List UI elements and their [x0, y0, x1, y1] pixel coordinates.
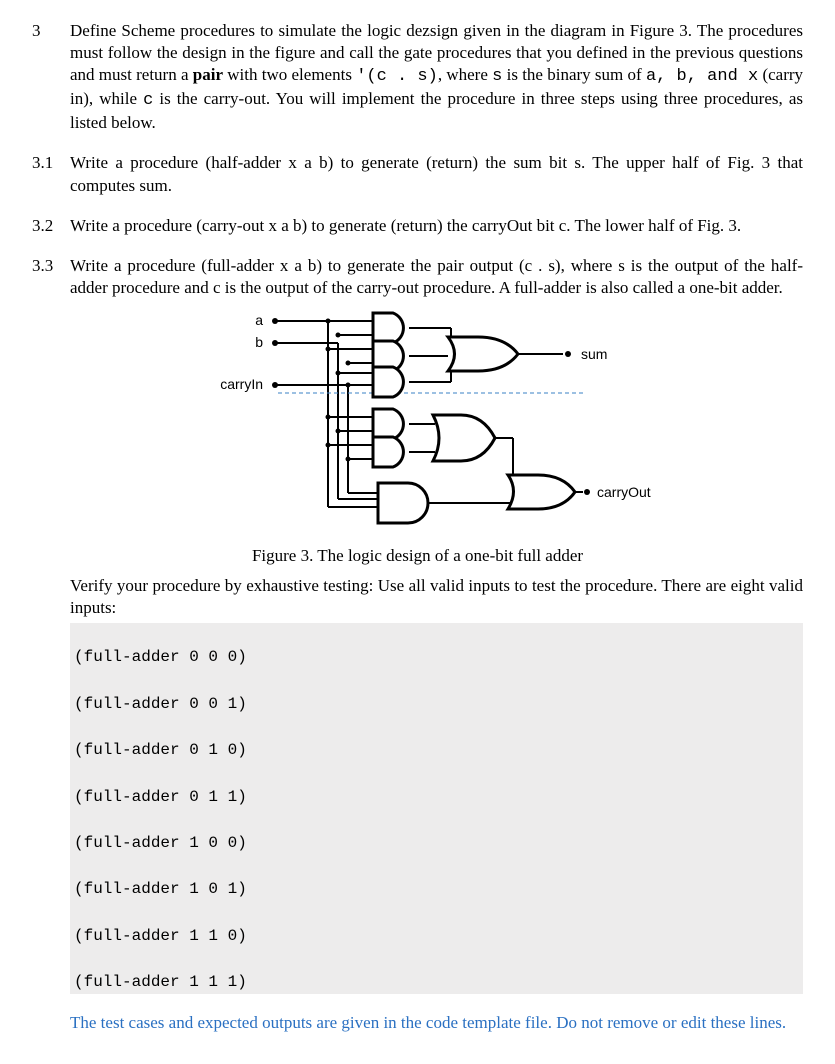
question-3: 3 Define Scheme procedures to simulate t… [32, 20, 803, 134]
full-adder-diagram: .wir { stroke:#000; stroke-width:2; fill… [183, 307, 653, 537]
question-3-1-body: Write a procedure (half-adder x a b) to … [70, 152, 803, 196]
question-3-number: 3 [32, 20, 70, 134]
q3-code-c: c [143, 91, 153, 110]
code-line: (full-adder 1 0 0) [70, 832, 803, 855]
code-block: (full-adder 0 0 0) (full-adder 0 0 1) (f… [70, 623, 803, 994]
question-3-1-number: 3.1 [32, 152, 70, 196]
q3-code-s: s [492, 67, 502, 86]
diagram-label-sum: sum [581, 346, 607, 362]
code-line: (full-adder 1 0 1) [70, 878, 803, 901]
question-3-2: 3.2 Write a procedure (carry-out x a b) … [32, 215, 803, 237]
code-line: (full-adder 0 1 0) [70, 739, 803, 762]
q3-code-1: '(c . s) [356, 67, 438, 86]
diagram-label-carryin: carryIn [220, 376, 263, 392]
question-3-3-body: Write a procedure (full-adder x a b) to … [70, 255, 803, 299]
code-line: (full-adder 0 0 0) [70, 646, 803, 669]
diagram-label-b: b [255, 334, 263, 350]
diagram-label-carryout: carryOut [597, 484, 651, 500]
q3-text-2: with two elements [223, 65, 356, 84]
code-line: (full-adder 1 1 0) [70, 925, 803, 948]
question-3-body: Define Scheme procedures to simulate the… [70, 20, 803, 134]
code-line: (full-adder 1 1 1) [70, 971, 803, 994]
question-3-2-body: Write a procedure (carry-out x a b) to g… [70, 215, 803, 237]
q3-text-3: , where [438, 65, 492, 84]
diagram-label-a: a [255, 312, 263, 328]
q3-code-abx: a, b, and x [646, 67, 758, 86]
verify-text: Verify your procedure by exhaustive test… [70, 575, 803, 619]
code-line: (full-adder 0 1 1) [70, 786, 803, 809]
code-line: (full-adder 0 0 1) [70, 693, 803, 716]
question-3-2-number: 3.2 [32, 215, 70, 237]
question-3-3-number: 3.3 [32, 255, 70, 299]
q3-text-6: is the carry-out. You will implement the… [70, 89, 803, 132]
figure-3-caption: Figure 3. The logic design of a one-bit … [32, 545, 803, 567]
q3-text-4: is the binary sum of [502, 65, 646, 84]
figure-3: .wir { stroke:#000; stroke-width:2; fill… [32, 307, 803, 567]
q3-bold-pair: pair [193, 65, 223, 84]
question-3-3: 3.3 Write a procedure (full-adder x a b)… [32, 255, 803, 299]
question-3-1: 3.1 Write a procedure (half-adder x a b)… [32, 152, 803, 196]
page: 3 Define Scheme procedures to simulate t… [0, 0, 835, 1064]
template-note: The test cases and expected outputs are … [70, 1012, 803, 1034]
